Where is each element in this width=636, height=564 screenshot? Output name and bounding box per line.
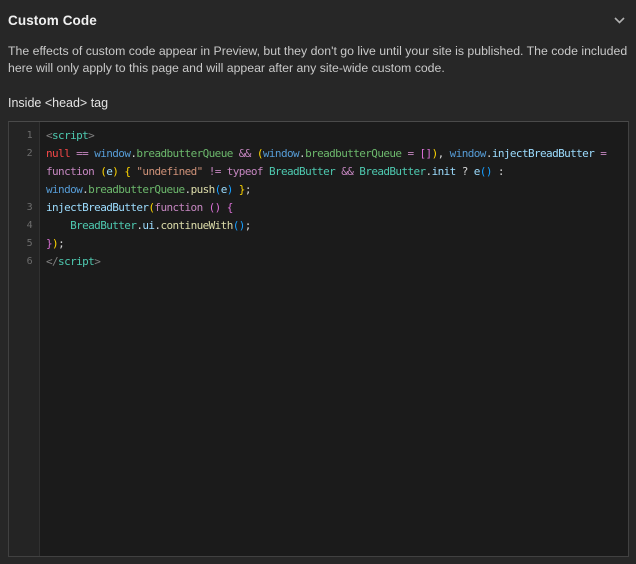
line-number: 3 [9,199,41,217]
code-token: BreadButter [70,219,136,232]
code-token: BreadButter [359,165,425,178]
code-token: window [450,147,486,160]
code-token: != [209,165,221,178]
code-line: 2null == window.breadbutterQueue && (win… [9,145,628,199]
code-token: push [191,183,215,196]
code-token: () [233,219,245,232]
code-text: }); [41,235,628,253]
code-token: > [94,255,100,268]
code-token: window [94,147,130,160]
line-number: 2 [9,145,41,163]
code-token: init [432,165,456,178]
code-token: && [239,147,251,160]
code-token: function [46,165,94,178]
code-token: window [263,147,299,160]
code-token: breadbutterQueue [88,183,184,196]
collapse-section-button[interactable] [610,15,629,26]
code-token [504,165,510,178]
code-token: BreadButter [269,165,335,178]
code-token: [] [420,147,432,160]
line-number: 1 [9,127,41,145]
code-token [606,147,612,160]
chevron-down-icon [614,12,625,27]
code-token: ; [245,219,251,232]
code-token: injectBreadButter [492,147,594,160]
description-line: here will only apply to this page and wi… [8,60,629,77]
line-number: 4 [9,217,41,235]
head-tag-label: Inside <head> tag [8,96,629,110]
code-token: window [46,183,82,196]
code-token: breadbutterQueue [136,147,232,160]
code-token: ; [245,183,251,196]
line-number: 6 [9,253,41,271]
code-token: && [341,165,353,178]
code-token: continueWith [160,219,232,232]
code-token: breadbutterQueue [305,147,401,160]
code-text: <script> [41,127,628,145]
description: The effects of custom code appear in Pre… [8,43,629,77]
code-token: script [52,129,88,142]
code-token: typeof [227,165,263,178]
code-token: ; [58,237,64,250]
description-line: The effects of custom code appear in Pre… [8,43,629,60]
code-line: 6</script> [9,253,628,271]
code-token: injectBreadButter [46,201,148,214]
code-line: 4 BreadButter.ui.continueWith(); [9,217,628,235]
code-token: </ [46,255,58,268]
code-token: ui [142,219,154,232]
line-number: 5 [9,235,41,253]
code-text: null == window.breadbutterQueue && (wind… [41,145,628,199]
code-token: script [58,255,94,268]
code-line: 3injectBreadButter(function () { [9,199,628,217]
code-token: > [88,129,94,142]
code-token: () [209,201,221,214]
code-text: BreadButter.ui.continueWith(); [41,217,628,235]
code-token: { [227,201,233,214]
panel-header: Custom Code [8,0,629,30]
head-code-editor[interactable]: 1<script>2null == window.breadbutterQueu… [8,121,629,557]
code-token: () [480,165,492,178]
code-token [46,219,70,232]
custom-code-panel: Custom Code The effects of custom code a… [0,0,636,564]
code-token: null [46,147,70,160]
code-token: function [154,201,202,214]
code-line: 5}); [9,235,628,253]
code-token: == [76,147,88,160]
code-text: </script> [41,253,628,271]
page-title: Custom Code [8,13,97,28]
code-text: injectBreadButter(function () { [41,199,628,217]
code-line: 1<script> [9,127,628,145]
code-token: "undefined" [136,165,202,178]
code-content[interactable]: 1<script>2null == window.breadbutterQueu… [9,122,628,271]
